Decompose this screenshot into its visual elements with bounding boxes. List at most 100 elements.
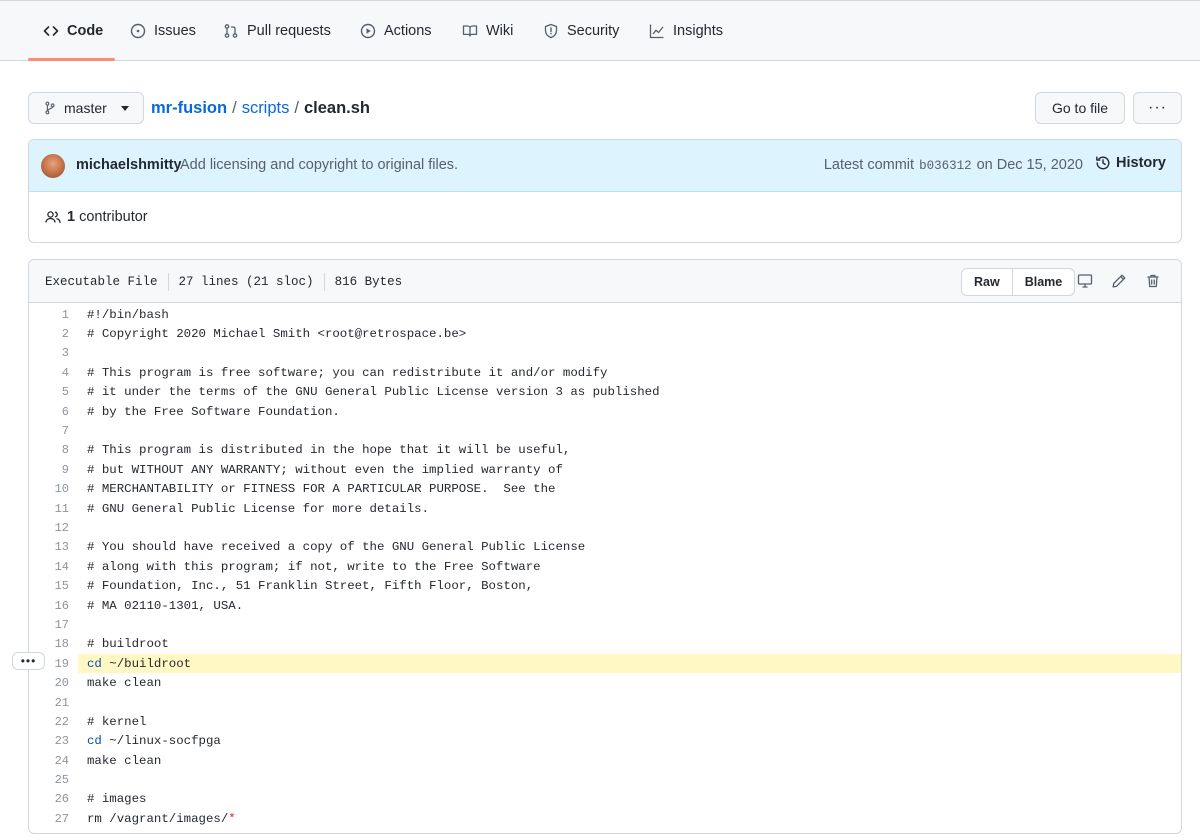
code-text: # by the Free Software Foundation. bbox=[87, 404, 340, 419]
code-text: # images bbox=[87, 792, 147, 807]
code-text: # MA 02110-1301, USA. bbox=[87, 598, 244, 613]
tab-label: Actions bbox=[384, 23, 432, 39]
line-number[interactable]: 21 bbox=[29, 696, 69, 710]
trash-icon[interactable] bbox=[1145, 273, 1161, 289]
line-number[interactable]: 8 bbox=[29, 443, 69, 457]
code-line: 24 make clean bbox=[29, 751, 1181, 770]
line-number[interactable]: 17 bbox=[29, 618, 69, 632]
line-number[interactable]: 15 bbox=[29, 579, 69, 593]
code-listing: 1 #!/bin/bash 2 # Copyright 2020 Michael Sm… bbox=[29, 305, 1181, 829]
latest-commit-bar: michaelshmitty Add licensing and copyrig… bbox=[29, 140, 1181, 192]
history-label: History bbox=[1116, 155, 1166, 171]
line-number[interactable]: 16 bbox=[29, 599, 69, 613]
breadcrumb-dir-link[interactable]: scripts bbox=[242, 99, 290, 118]
commit-sha-link[interactable]: b036312 bbox=[919, 159, 972, 173]
code-line: 23 cd ~/linux-socfpga bbox=[29, 732, 1181, 751]
more-options-button[interactable]: ··· bbox=[1133, 92, 1182, 124]
line-options-button[interactable]: ••• bbox=[12, 652, 45, 670]
code-line: 17 bbox=[29, 615, 1181, 634]
history-icon bbox=[1096, 156, 1110, 170]
tab-security[interactable]: Security bbox=[543, 1, 619, 61]
code-text: # along with this program; if not, write… bbox=[87, 559, 541, 574]
tab-actions[interactable]: Actions bbox=[360, 1, 432, 61]
line-number[interactable]: 27 bbox=[29, 812, 69, 826]
tab-label: Code bbox=[67, 23, 104, 39]
code-text: # This program is distributed in the hop… bbox=[87, 443, 571, 458]
contributors-link[interactable]: 1 contributor bbox=[45, 209, 148, 225]
line-number[interactable]: 23 bbox=[29, 734, 69, 748]
line-number[interactable]: 10 bbox=[29, 482, 69, 496]
code-text: # but WITHOUT ANY WARRANTY; without even… bbox=[87, 462, 563, 477]
line-number[interactable]: 14 bbox=[29, 560, 69, 574]
commit-meta: Latest commit b036312 on Dec 15, 2020 bbox=[824, 157, 1083, 173]
code-line: 16 # MA 02110-1301, USA. bbox=[29, 596, 1181, 615]
tab-pull-requests[interactable]: Pull requests bbox=[223, 1, 331, 61]
line-number[interactable]: 25 bbox=[29, 773, 69, 787]
file-view-button-group: Raw Blame bbox=[961, 268, 1076, 296]
tab-issues[interactable]: Issues bbox=[130, 1, 196, 61]
code-text: # kernel bbox=[87, 714, 147, 729]
code-line: 1 #!/bin/bash bbox=[29, 305, 1181, 324]
caret-down-icon bbox=[120, 105, 129, 111]
go-to-file-button[interactable]: Go to file bbox=[1035, 92, 1125, 124]
tab-code[interactable]: Code bbox=[43, 1, 103, 61]
code-line: 10 # MERCHANTABILITY or FITNESS FOR A PAR… bbox=[29, 480, 1181, 499]
tab-label: Security bbox=[567, 23, 620, 39]
line-number[interactable]: 11 bbox=[29, 502, 69, 516]
line-number[interactable]: 18 bbox=[29, 637, 69, 651]
blame-button[interactable]: Blame bbox=[1013, 269, 1075, 295]
pencil-icon[interactable] bbox=[1111, 273, 1127, 289]
line-number[interactable]: 7 bbox=[29, 424, 69, 438]
line-number[interactable]: 6 bbox=[29, 405, 69, 419]
line-number[interactable]: 2 bbox=[29, 327, 69, 341]
line-number[interactable]: 12 bbox=[29, 521, 69, 535]
git-branch-icon bbox=[45, 101, 55, 115]
line-number[interactable]: 9 bbox=[29, 463, 69, 477]
line-number[interactable]: 22 bbox=[29, 715, 69, 729]
line-number[interactable]: 20 bbox=[29, 676, 69, 690]
line-highlight bbox=[78, 654, 1181, 674]
tab-insights[interactable]: Insights bbox=[649, 1, 723, 61]
avatar[interactable] bbox=[41, 154, 65, 178]
line-number[interactable]: 26 bbox=[29, 792, 69, 806]
code-line: 20 make clean bbox=[29, 673, 1181, 692]
line-number[interactable]: 13 bbox=[29, 540, 69, 554]
branch-select-button[interactable]: master bbox=[28, 92, 144, 124]
git-pull-request-icon bbox=[224, 24, 238, 38]
code-line: 13 # You should have received a copy of t… bbox=[29, 538, 1181, 557]
code-line: 6 # by the Free Software Foundation. bbox=[29, 402, 1181, 421]
code-text: # Foundation, Inc., 51 Franklin Street, … bbox=[87, 579, 534, 594]
line-number[interactable]: 4 bbox=[29, 366, 69, 380]
commit-message-link[interactable]: Add licensing and copyright to original … bbox=[180, 157, 458, 173]
line-number[interactable]: 5 bbox=[29, 385, 69, 399]
tab-label: Issues bbox=[154, 23, 196, 39]
history-link[interactable]: History bbox=[1095, 155, 1166, 171]
contributor-count: 1 bbox=[67, 209, 76, 225]
breadcrumb-repo-link[interactable]: mr-fusion bbox=[151, 99, 227, 118]
code-text: make clean bbox=[87, 676, 162, 691]
file-info: Executable File 27 lines (21 sloc) 816 B… bbox=[45, 273, 402, 291]
tab-wiki[interactable]: Wiki bbox=[462, 1, 513, 61]
tab-label: Pull requests bbox=[247, 23, 331, 39]
code-icon bbox=[43, 26, 59, 36]
file-viewer: Executable File 27 lines (21 sloc) 816 B… bbox=[28, 259, 1182, 834]
code-line: 14 # along with this program; if not, wri… bbox=[29, 557, 1181, 576]
code-text: # This program is free software; you can… bbox=[87, 365, 608, 380]
code-text: #!/bin/bash bbox=[87, 307, 169, 322]
breadcrumb: mr-fusion / scripts / clean.sh bbox=[151, 96, 370, 120]
commit-author-link[interactable]: michaelshmitty bbox=[76, 157, 182, 173]
tab-label: Wiki bbox=[486, 23, 514, 39]
desktop-icon[interactable] bbox=[1077, 273, 1093, 289]
latest-commit-label: Latest commit bbox=[823, 157, 915, 173]
line-number[interactable]: 24 bbox=[29, 754, 69, 768]
play-icon bbox=[360, 23, 376, 39]
line-number[interactable]: 1 bbox=[29, 308, 69, 322]
code-line: 4 # This program is free software; you ca… bbox=[29, 363, 1181, 382]
code-line: 26 # images bbox=[29, 790, 1181, 809]
code-line: 12 bbox=[29, 518, 1181, 537]
code-line: 22 # kernel bbox=[29, 712, 1181, 731]
raw-button[interactable]: Raw bbox=[962, 269, 1013, 295]
tab-label: Insights bbox=[673, 23, 723, 39]
code-line: 25 bbox=[29, 770, 1181, 789]
line-number[interactable]: 3 bbox=[29, 346, 69, 360]
